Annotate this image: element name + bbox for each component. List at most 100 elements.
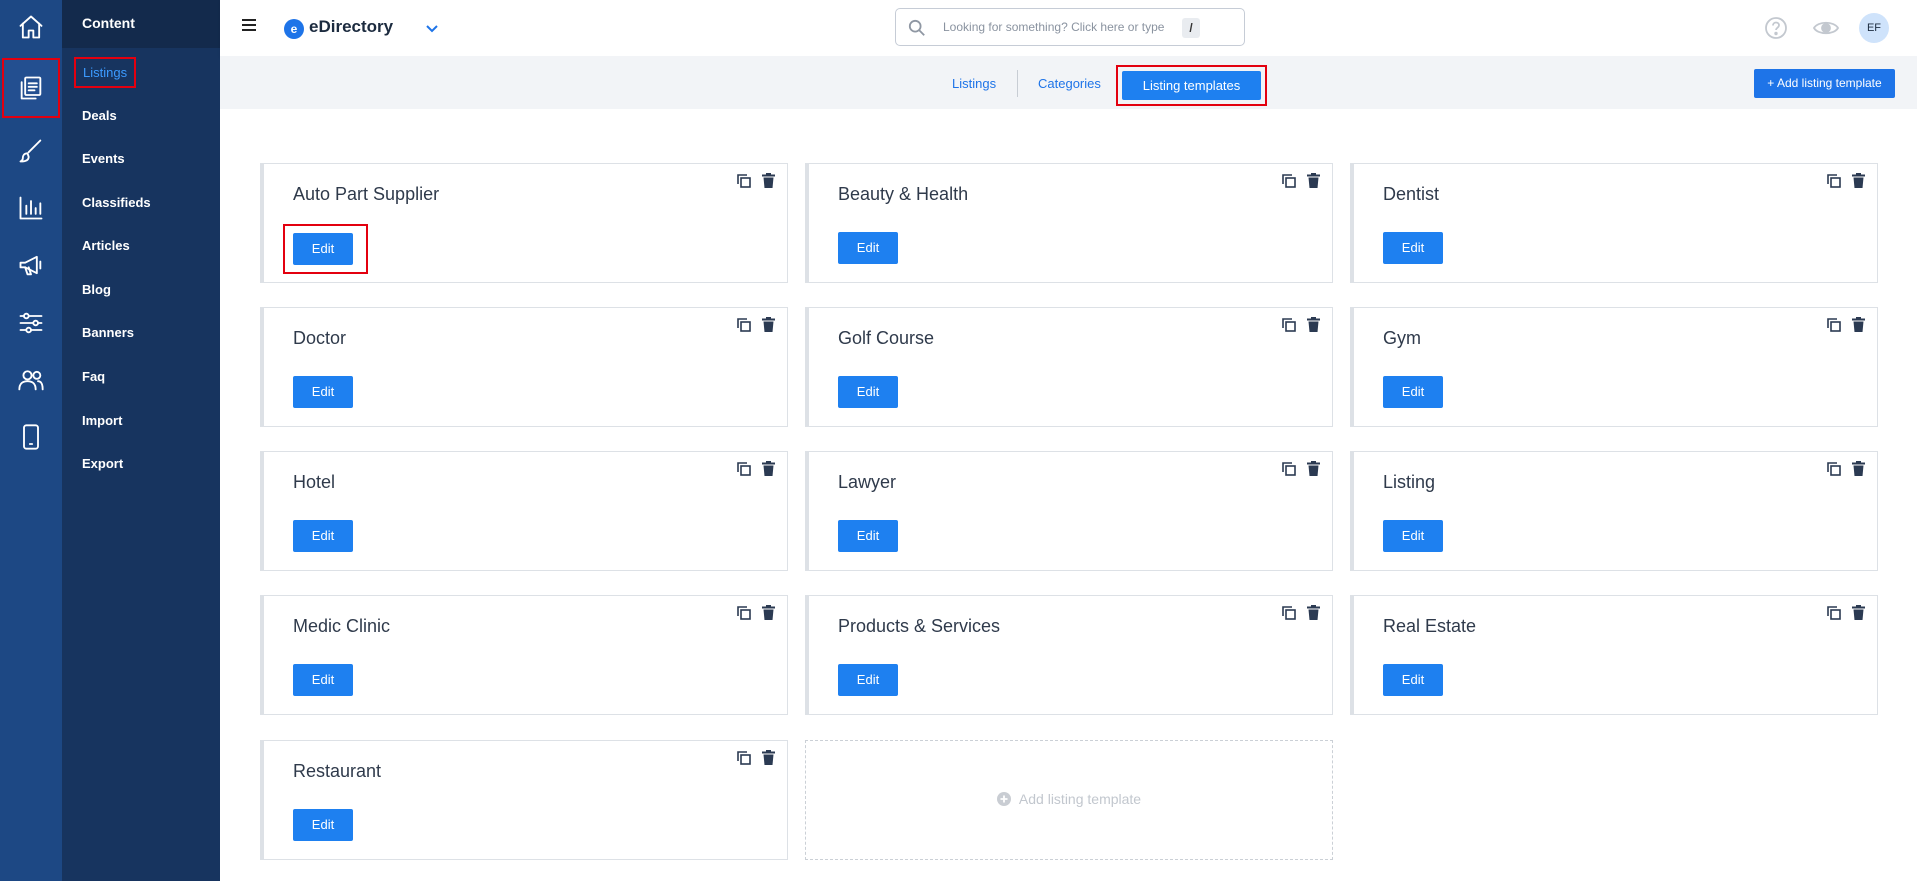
template-title: Products & Services: [838, 616, 1001, 636]
menu-icon[interactable]: [242, 19, 256, 31]
copy-icon[interactable]: [1282, 318, 1296, 332]
copy-icon[interactable]: [1282, 462, 1296, 476]
add-template-card[interactable]: Add listing template: [805, 740, 1333, 860]
edit-highlight-frame: Edit: [283, 224, 368, 274]
search-icon: [908, 19, 926, 42]
template-title: Restaurant: [293, 761, 382, 781]
search-placeholder: Looking for something? Click here or typ…: [943, 20, 1165, 34]
trash-icon[interactable]: [1307, 173, 1320, 188]
edit-button[interactable]: Edit: [838, 376, 898, 408]
sliders-icon[interactable]: [6, 298, 56, 348]
home-icon[interactable]: [6, 2, 56, 52]
template-title: Medic Clinic: [293, 616, 391, 636]
add-template-card-label: Add listing template: [1018, 791, 1142, 807]
trash-icon[interactable]: [762, 750, 775, 765]
trash-icon[interactable]: [1852, 173, 1865, 188]
template-title: Hotel: [293, 472, 336, 492]
copy-icon[interactable]: [1282, 174, 1296, 188]
trash-icon[interactable]: [1852, 317, 1865, 332]
edit-button[interactable]: Edit: [838, 232, 898, 264]
brush-icon[interactable]: [6, 126, 56, 176]
avatar[interactable]: EF: [1859, 13, 1889, 43]
edit-button[interactable]: Edit: [1383, 232, 1443, 264]
logo-text[interactable]: eDirectory: [309, 17, 393, 37]
users-icon[interactable]: [6, 355, 56, 405]
template-card: Real Estate Edit: [1350, 595, 1878, 715]
icon-rail: [0, 0, 62, 881]
tab-bar: Listings Categories Listing templates + …: [220, 56, 1917, 109]
template-title: Doctor: [293, 328, 347, 348]
trash-icon[interactable]: [1307, 605, 1320, 620]
tab-listing-templates[interactable]: Listing templates: [1122, 71, 1261, 100]
edit-button[interactable]: Edit: [1383, 664, 1443, 696]
trash-icon[interactable]: [1852, 605, 1865, 620]
template-title: Dentist: [1383, 184, 1440, 204]
add-listing-template-button[interactable]: + Add listing template: [1754, 69, 1895, 98]
trash-icon[interactable]: [762, 605, 775, 620]
template-card: Products & Services Edit: [805, 595, 1333, 715]
copy-icon[interactable]: [737, 174, 751, 188]
submenu-item-articles[interactable]: Articles: [82, 238, 130, 253]
search-shortcut-key: /: [1182, 18, 1200, 38]
search-input[interactable]: Looking for something? Click here or typ…: [895, 8, 1245, 46]
submenu-item-import[interactable]: Import: [82, 413, 122, 428]
trash-icon[interactable]: [1307, 317, 1320, 332]
copy-icon[interactable]: [737, 462, 751, 476]
copy-icon[interactable]: [737, 751, 751, 765]
submenu-item-listings[interactable]: Listings: [74, 57, 137, 88]
edit-button[interactable]: Edit: [1383, 376, 1443, 408]
edit-button[interactable]: Edit: [838, 664, 898, 696]
template-card: Medic Clinic Edit: [260, 595, 788, 715]
edit-button[interactable]: Edit: [293, 520, 353, 552]
content-menu: Content Listings Deals Events Classified…: [62, 0, 220, 881]
edit-button[interactable]: Edit: [293, 233, 353, 265]
content-icon[interactable]: [2, 58, 60, 118]
submenu-item-classifieds[interactable]: Classifieds: [82, 195, 151, 210]
copy-icon[interactable]: [1282, 606, 1296, 620]
trash-icon[interactable]: [762, 173, 775, 188]
mobile-icon[interactable]: [6, 412, 56, 462]
megaphone-icon[interactable]: [6, 240, 56, 290]
submenu-item-blog[interactable]: Blog: [82, 282, 111, 297]
template-card: Hotel Edit: [260, 451, 788, 571]
help-icon[interactable]: [1764, 16, 1788, 40]
template-title: Auto Part Supplier: [293, 184, 440, 204]
template-title: Beauty & Health: [838, 184, 969, 204]
submenu-item-faq[interactable]: Faq: [82, 369, 105, 384]
template-title: Real Estate: [1383, 616, 1477, 636]
copy-icon[interactable]: [737, 606, 751, 620]
trash-icon[interactable]: [1852, 461, 1865, 476]
edit-button[interactable]: Edit: [838, 520, 898, 552]
copy-icon[interactable]: [1827, 606, 1841, 620]
tab-categories[interactable]: Categories: [1038, 76, 1101, 91]
submenu-item-events[interactable]: Events: [82, 151, 125, 166]
chevron-down-icon[interactable]: [424, 20, 440, 41]
chart-icon[interactable]: [6, 183, 56, 233]
template-title: Gym: [1383, 328, 1421, 348]
copy-icon[interactable]: [1827, 174, 1841, 188]
copy-icon[interactable]: [1827, 462, 1841, 476]
edit-button[interactable]: Edit: [293, 809, 353, 841]
copy-icon[interactable]: [737, 318, 751, 332]
edit-button[interactable]: Edit: [293, 376, 353, 408]
trash-icon[interactable]: [1307, 461, 1320, 476]
edit-button[interactable]: Edit: [1383, 520, 1443, 552]
tab-listings[interactable]: Listings: [952, 76, 996, 91]
template-title: Lawyer: [838, 472, 897, 492]
content-menu-title: Content: [62, 0, 220, 48]
template-card: Dentist Edit: [1350, 163, 1878, 283]
submenu-item-export[interactable]: Export: [82, 456, 123, 471]
plus-circle-icon: [996, 792, 1011, 806]
template-card: Beauty & Health Edit: [805, 163, 1333, 283]
submenu-item-banners[interactable]: Banners: [82, 325, 134, 340]
template-card: Listing Edit: [1350, 451, 1878, 571]
copy-icon[interactable]: [1827, 318, 1841, 332]
trash-icon[interactable]: [762, 317, 775, 332]
trash-icon[interactable]: [762, 461, 775, 476]
template-card: Lawyer Edit: [805, 451, 1333, 571]
tab-highlight-frame: Listing templates: [1116, 65, 1267, 106]
eye-icon[interactable]: [1812, 16, 1840, 40]
submenu-item-deals[interactable]: Deals: [82, 108, 117, 123]
logo-mark: e: [284, 19, 304, 39]
edit-button[interactable]: Edit: [293, 664, 353, 696]
